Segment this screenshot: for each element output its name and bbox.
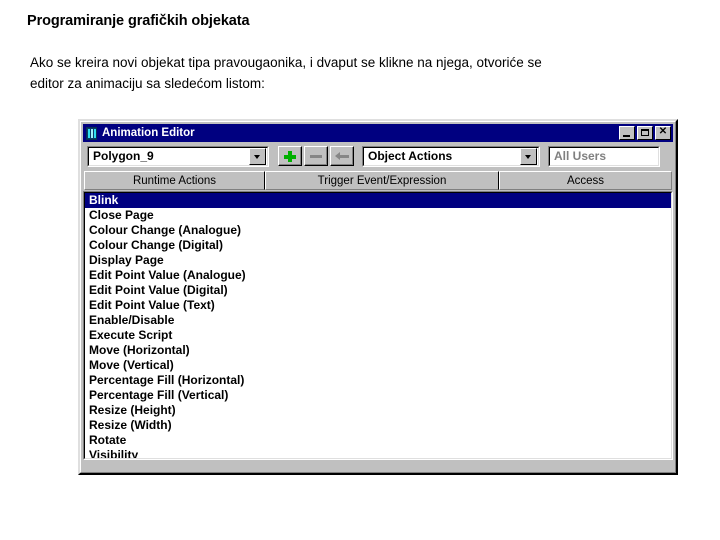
object-select-value: Polygon_9 xyxy=(93,149,154,163)
list-item[interactable]: Colour Change (Analogue) xyxy=(85,223,671,238)
column-header-runtime-actions[interactable]: Runtime Actions xyxy=(84,171,265,190)
window-title: Animation Editor xyxy=(102,127,195,139)
list-item[interactable]: Colour Change (Digital) xyxy=(85,238,671,253)
list-item[interactable]: Resize (Width) xyxy=(85,418,671,433)
object-select[interactable]: Polygon_9 xyxy=(87,145,269,167)
list-item[interactable]: Edit Point Value (Digital) xyxy=(85,283,671,298)
list-item[interactable]: Move (Horizontal) xyxy=(85,343,671,358)
chevron-down-icon[interactable] xyxy=(249,147,266,165)
action-type-select[interactable]: Object Actions xyxy=(362,145,540,167)
page-title: Programiranje grafičkih objekata xyxy=(27,13,250,29)
list-item[interactable]: Percentage Fill (Vertical) xyxy=(85,388,671,403)
window-titlebar[interactable]: Animation Editor ✕ xyxy=(83,124,673,142)
list-item[interactable]: Execute Script xyxy=(85,328,671,343)
remove-action-button[interactable] xyxy=(304,146,328,166)
column-header-trigger-event[interactable]: Trigger Event/Expression xyxy=(265,171,499,190)
list-item[interactable]: Edit Point Value (Text) xyxy=(85,298,671,313)
list-item[interactable]: Move (Vertical) xyxy=(85,358,671,373)
action-type-select-value: Object Actions xyxy=(368,149,453,163)
chevron-down-icon[interactable] xyxy=(520,147,537,165)
object-select-frame: Polygon_9 xyxy=(88,146,268,166)
users-field-value: All Users xyxy=(554,149,607,163)
list-item[interactable]: Close Page xyxy=(85,208,671,223)
actions-list-container: Blink Close Page Colour Change (Analogue) C… xyxy=(83,191,673,460)
animation-editor-icon xyxy=(86,126,97,140)
close-button[interactable]: ✕ xyxy=(655,126,671,140)
actions-list[interactable]: Blink Close Page Colour Change (Analogue) C… xyxy=(84,192,672,459)
slide-paragraph: Ako se kreira novi objekat tipa pravouga… xyxy=(30,52,690,94)
plus-icon xyxy=(279,147,301,165)
back-button[interactable] xyxy=(330,146,354,166)
minimize-button[interactable] xyxy=(619,126,635,140)
toolbar-button-group xyxy=(278,146,354,166)
window-controls: ✕ xyxy=(619,126,671,140)
users-field-frame: All Users xyxy=(549,146,659,166)
editor-toolbar: Polygon_9 Object Actions All Users xyxy=(83,145,673,167)
column-header-row: Runtime Actions Trigger Event/Expression… xyxy=(83,171,673,190)
paragraph-line-2: editor za animaciju sa sledećom listom: xyxy=(30,76,265,91)
minus-icon xyxy=(305,147,327,165)
list-item[interactable]: Visibility xyxy=(85,448,671,458)
close-icon: ✕ xyxy=(658,126,668,137)
list-item[interactable]: Percentage Fill (Horizontal) xyxy=(85,373,671,388)
animation-editor-window: Animation Editor ✕ Polygon_9 Object Acti… xyxy=(78,119,678,475)
arrow-left-icon xyxy=(331,147,353,165)
list-item[interactable]: Blink xyxy=(85,193,671,208)
list-item[interactable]: Resize (Height) xyxy=(85,403,671,418)
column-header-access[interactable]: Access xyxy=(499,171,672,190)
users-field[interactable]: All Users xyxy=(548,145,660,167)
action-type-select-frame: Object Actions xyxy=(363,146,539,166)
list-item[interactable]: Edit Point Value (Analogue) xyxy=(85,268,671,283)
list-item[interactable]: Enable/Disable xyxy=(85,313,671,328)
add-action-button[interactable] xyxy=(278,146,302,166)
window-inner-frame: Animation Editor ✕ Polygon_9 Object Acti… xyxy=(80,121,676,473)
paragraph-line-1: Ako se kreira novi objekat tipa pravouga… xyxy=(30,55,542,70)
list-item[interactable]: Rotate xyxy=(85,433,671,448)
list-item[interactable]: Display Page xyxy=(85,253,671,268)
maximize-button[interactable] xyxy=(637,126,653,140)
